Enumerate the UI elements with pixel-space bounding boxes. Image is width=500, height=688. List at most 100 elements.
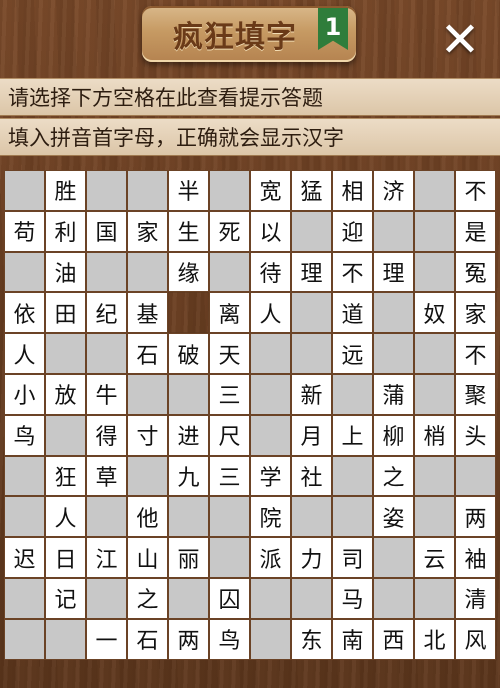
letter-cell: 头 (455, 414, 496, 456)
blank-cell[interactable] (45, 333, 86, 374)
blank-cell[interactable] (86, 170, 127, 211)
blank-cell[interactable] (250, 618, 291, 660)
blank-cell[interactable] (455, 455, 496, 497)
blank-cell[interactable] (86, 333, 127, 374)
letter-cell: 石 (127, 618, 168, 660)
blank-cell[interactable] (332, 373, 373, 415)
letter-cell: 国 (86, 210, 127, 252)
blank-cell[interactable] (373, 577, 414, 619)
blank-cell[interactable] (332, 496, 373, 538)
blank-cell[interactable] (291, 210, 332, 252)
letter-cell: 苟 (4, 210, 45, 252)
blank-cell[interactable] (4, 577, 45, 619)
letter-cell: 依 (4, 292, 45, 334)
blank-cell[interactable] (373, 333, 414, 374)
blank-cell[interactable] (250, 333, 291, 374)
blank-cell[interactable] (414, 496, 455, 538)
letter-cell: 西 (373, 618, 414, 660)
letter-cell: 迟 (4, 537, 45, 578)
close-icon[interactable]: ✕ (434, 14, 486, 66)
blank-cell[interactable] (291, 292, 332, 334)
blank-cell[interactable] (250, 414, 291, 456)
blank-cell[interactable] (414, 210, 455, 252)
blank-cell[interactable] (168, 577, 209, 619)
blank-cell[interactable] (414, 333, 455, 374)
blank-cell[interactable] (127, 251, 168, 293)
blank-cell[interactable] (86, 496, 127, 538)
blank-cell[interactable] (45, 414, 86, 456)
letter-cell: 记 (45, 577, 86, 619)
blank-cell[interactable] (127, 373, 168, 415)
blank-cell[interactable] (209, 251, 250, 293)
letter-cell: 东 (291, 618, 332, 660)
letter-cell: 利 (45, 210, 86, 252)
letter-cell: 草 (86, 455, 127, 497)
blank-cell[interactable] (86, 577, 127, 619)
blank-cell[interactable] (168, 496, 209, 538)
crossword-board: 胜半宽猛相济不苟利国家生死以迎是油缘待理不理冤依田纪基离人道奴家人石破天远不小放… (4, 170, 496, 660)
letter-cell: 宽 (250, 170, 291, 211)
letter-cell: 人 (250, 292, 291, 334)
blank-cell[interactable] (373, 292, 414, 334)
letter-cell: 家 (127, 210, 168, 252)
blank-cell[interactable] (250, 373, 291, 415)
letter-cell: 月 (291, 414, 332, 456)
letter-cell: 柳 (373, 414, 414, 456)
letter-cell: 囚 (209, 577, 250, 619)
letter-cell: 派 (250, 537, 291, 578)
blank-cell[interactable] (332, 455, 373, 497)
letter-cell: 相 (332, 170, 373, 211)
letter-cell: 清 (455, 577, 496, 619)
letter-cell: 得 (86, 414, 127, 456)
letter-cell: 江 (86, 537, 127, 578)
letter-cell: 三 (209, 373, 250, 415)
letter-cell: 尺 (209, 414, 250, 456)
blank-cell[interactable] (414, 455, 455, 497)
blank-cell[interactable] (4, 251, 45, 293)
blank-cell[interactable] (291, 496, 332, 538)
blank-cell[interactable] (414, 373, 455, 415)
letter-cell: 胜 (45, 170, 86, 211)
blank-cell[interactable] (127, 170, 168, 211)
letter-cell: 山 (127, 537, 168, 578)
blank-cell[interactable] (373, 537, 414, 578)
blank-cell[interactable] (4, 455, 45, 497)
letter-cell: 司 (332, 537, 373, 578)
letter-cell: 一 (86, 618, 127, 660)
blank-cell[interactable] (4, 496, 45, 538)
blank-cell[interactable] (414, 251, 455, 293)
blank-cell[interactable] (4, 170, 45, 211)
letter-cell: 缘 (168, 251, 209, 293)
blank-cell[interactable] (209, 170, 250, 211)
letter-cell: 鸟 (209, 618, 250, 660)
letter-cell: 理 (291, 251, 332, 293)
letter-cell: 两 (168, 618, 209, 660)
letter-cell: 新 (291, 373, 332, 415)
blank-cell[interactable] (291, 333, 332, 374)
letter-cell: 蒲 (373, 373, 414, 415)
blank-cell[interactable] (209, 496, 250, 538)
blank-cell[interactable] (414, 577, 455, 619)
blank-cell[interactable] (250, 577, 291, 619)
blank-cell[interactable] (168, 373, 209, 415)
blank-cell[interactable] (209, 537, 250, 578)
letter-cell: 济 (373, 170, 414, 211)
blank-cell[interactable] (86, 251, 127, 293)
letter-cell: 远 (332, 333, 373, 374)
letter-cell: 之 (127, 577, 168, 619)
hint-text-line-1[interactable]: 请选择下方空格在此查看提示答题 (0, 78, 500, 116)
letter-cell: 袖 (455, 537, 496, 578)
blank-cell[interactable] (45, 618, 86, 660)
blank-cell[interactable] (127, 455, 168, 497)
blank-cell[interactable] (4, 618, 45, 660)
letter-cell: 他 (127, 496, 168, 538)
blank-cell[interactable] (414, 170, 455, 211)
letter-cell: 马 (332, 577, 373, 619)
letter-cell: 死 (209, 210, 250, 252)
blank-cell[interactable] (373, 210, 414, 252)
blank-cell[interactable] (291, 577, 332, 619)
letter-cell: 理 (373, 251, 414, 293)
letter-cell: 天 (209, 333, 250, 374)
letter-cell: 不 (455, 170, 496, 211)
letter-cell: 冤 (455, 251, 496, 293)
